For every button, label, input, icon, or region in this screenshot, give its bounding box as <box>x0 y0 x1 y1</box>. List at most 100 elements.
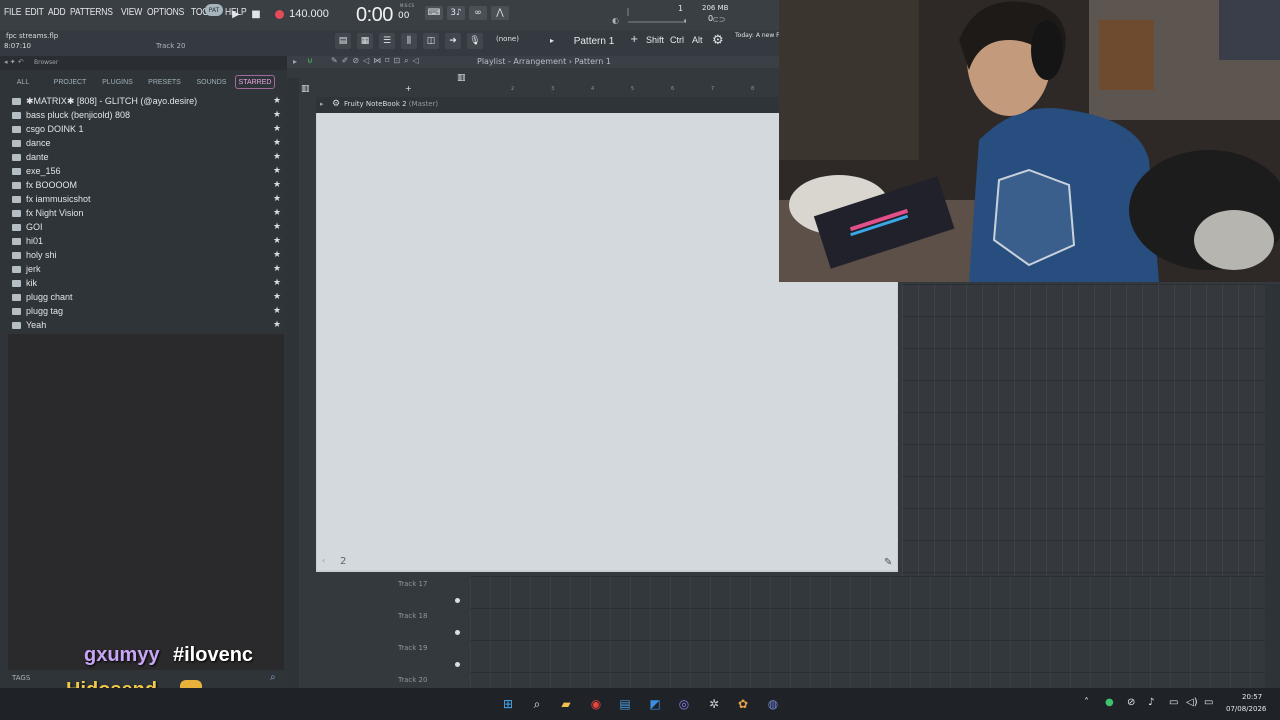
chevron-up-icon[interactable]: ˄ <box>1084 697 1089 708</box>
star-icon[interactable]: ★ <box>273 305 281 316</box>
playlist-piano-icon[interactable]: ▥ <box>457 73 466 83</box>
star-icon[interactable]: ★ <box>273 249 281 260</box>
volume-icon[interactable]: ◁) <box>1186 697 1198 708</box>
plugin-picker-icon[interactable]: ◫ <box>423 33 439 49</box>
menu-patterns[interactable]: PATTERNS <box>70 7 113 18</box>
windows-start-icon[interactable]: ⊞ <box>499 695 517 713</box>
obs-icon[interactable]: ◎ <box>675 695 693 713</box>
pattern-song-toggle[interactable]: PAT <box>205 4 223 16</box>
browser-file-item[interactable]: hi01 ★ <box>0 234 287 248</box>
piano-icon[interactable]: ▥ <box>301 84 310 94</box>
star-icon[interactable]: ★ <box>273 193 281 204</box>
track-header[interactable]: Track 19 <box>395 640 470 672</box>
browser-folder-item[interactable]: ✱MATRIX✱ [808] - GLITCH (@ayo.desire) ★ <box>0 94 287 108</box>
notebook-menu-icon[interactable]: ▸ <box>320 100 324 108</box>
stop-button[interactable]: ■ <box>250 6 262 22</box>
search-icon[interactable]: ⌕ <box>270 672 276 683</box>
track-led-icon[interactable] <box>455 662 460 667</box>
browser-file-item[interactable]: Yeah ★ <box>0 318 287 332</box>
shift-key-button[interactable]: Shift <box>646 35 664 45</box>
file-explorer-icon[interactable]: ▰ <box>557 695 575 713</box>
network-off-icon[interactable]: ⊘ <box>1127 697 1135 708</box>
page-prev-icon[interactable]: ‹ <box>322 556 325 565</box>
tags-label[interactable]: TAGS <box>12 674 30 682</box>
playlist-menu-icon[interactable]: ▸ <box>293 57 297 66</box>
star-icon[interactable]: ★ <box>273 137 281 148</box>
browser-file-item[interactable]: plugg chant ★ <box>0 290 287 304</box>
news-ticker[interactable]: Today: A new FL Studio is a <box>735 31 780 40</box>
flstudio-fruit-icon[interactable]: ✿ <box>734 695 752 713</box>
menu-options[interactable]: OPTIONS <box>147 7 184 18</box>
tab-starred[interactable]: STARRED <box>235 75 275 89</box>
discord-icon[interactable]: ◍ <box>764 695 782 713</box>
snap-magnet-icon[interactable]: ⊍ <box>307 56 313 65</box>
playlist-grid-upper[interactable] <box>902 284 1280 576</box>
browser-file-item[interactable]: fx iammusicshot ★ <box>0 192 287 206</box>
browser-file-item[interactable]: plugg tag ★ <box>0 304 287 318</box>
fl-studio-icon[interactable]: ✲ <box>705 695 723 713</box>
menu-add[interactable]: ADD <box>48 7 66 18</box>
star-icon[interactable]: ★ <box>273 95 281 106</box>
browser-file-item[interactable]: dance ★ <box>0 136 287 150</box>
star-icon[interactable]: ★ <box>273 221 281 232</box>
notepad-icon[interactable]: ▤ <box>616 695 634 713</box>
add-track-icon[interactable]: + <box>405 84 412 93</box>
countdown-icon[interactable]: 3♪ <box>447 6 465 20</box>
browser-file-item[interactable]: fx Night Vision ★ <box>0 206 287 220</box>
browser-options-icon[interactable]: ◂ ✦ ↶ <box>4 58 24 66</box>
star-icon[interactable]: ★ <box>273 109 281 120</box>
star-icon[interactable]: ★ <box>273 319 281 330</box>
star-icon[interactable]: ★ <box>273 291 281 302</box>
record-button[interactable] <box>272 6 286 22</box>
song-time-display[interactable]: 0:00 <box>356 4 393 27</box>
page-number[interactable]: 2 <box>340 556 346 567</box>
arrow-icon[interactable]: ➜ <box>445 33 461 49</box>
star-icon[interactable]: ★ <box>273 123 281 134</box>
track-header[interactable]: Track 17 <box>395 576 470 608</box>
menu-view[interactable]: VIEW <box>121 7 142 18</box>
tab-presets[interactable]: PRESETS <box>141 74 188 90</box>
menu-edit[interactable]: EDIT <box>25 7 44 18</box>
add-pattern-icon[interactable]: + <box>630 34 638 45</box>
browser-file-item[interactable]: GOI ★ <box>0 220 287 234</box>
channel-rack-icon[interactable]: ☰ <box>379 33 395 49</box>
browser-folder-item[interactable]: bass pluck (benjicold) 808 ★ <box>0 108 287 122</box>
alt-key-button[interactable]: Alt <box>692 35 703 45</box>
mixer-link-icon[interactable]: ⊂⊃ <box>712 15 725 24</box>
gear-icon[interactable]: ⚙ <box>332 99 340 109</box>
loop-record-icon[interactable]: ∞ <box>469 6 487 20</box>
snap-selector[interactable]: (none) <box>496 35 519 43</box>
star-icon[interactable]: ★ <box>273 263 281 274</box>
pencil-icon[interactable]: ✎ <box>884 557 892 568</box>
playlist-icon[interactable]: ▤ <box>335 33 351 49</box>
microphone-icon[interactable]: ♪ <box>1148 697 1154 708</box>
tempo-display[interactable]: 140.000 <box>289 6 329 22</box>
playlist-grid-lower[interactable] <box>470 576 1280 688</box>
track-header[interactable]: Track 18 <box>395 608 470 640</box>
play-button[interactable]: ▶ <box>230 6 242 22</box>
star-icon[interactable]: ★ <box>273 207 281 218</box>
piano-roll-icon[interactable]: ▦ <box>357 33 373 49</box>
ctrl-key-button[interactable]: Ctrl <box>670 35 684 45</box>
playlist-scrollbar[interactable] <box>1265 284 1280 688</box>
browser-file-item[interactable]: jerk ★ <box>0 262 287 276</box>
star-icon[interactable]: ★ <box>273 235 281 246</box>
search-icon[interactable]: ⌕ <box>528 695 546 713</box>
menu-file[interactable]: FILE <box>4 7 21 18</box>
browser-file-item[interactable]: csgo DOINK 1 ★ <box>0 122 287 136</box>
chrome-icon[interactable]: ◉ <box>587 695 605 713</box>
star-icon[interactable]: ★ <box>273 179 281 190</box>
mixer-icon[interactable]: ⫼ <box>401 33 417 49</box>
metronome-icon[interactable]: ⋀ <box>491 6 509 20</box>
star-icon[interactable]: ★ <box>273 165 281 176</box>
tab-plugins[interactable]: PLUGINS <box>94 74 141 90</box>
online-news-icon[interactable]: ⚙ <box>712 33 724 48</box>
star-icon[interactable]: ★ <box>273 277 281 288</box>
tab-project[interactable]: PROJECT <box>46 74 94 90</box>
microphone-icon[interactable]: 🎙 <box>467 33 483 49</box>
display-icon[interactable]: ▭ <box>1169 697 1178 708</box>
typing-keyboard-icon[interactable]: ⌨ <box>425 6 443 20</box>
browser-file-item[interactable]: dante ★ <box>0 150 287 164</box>
battery-icon[interactable]: ▭ <box>1204 697 1213 708</box>
clock-date[interactable]: 07/08/2026 <box>1226 705 1266 713</box>
